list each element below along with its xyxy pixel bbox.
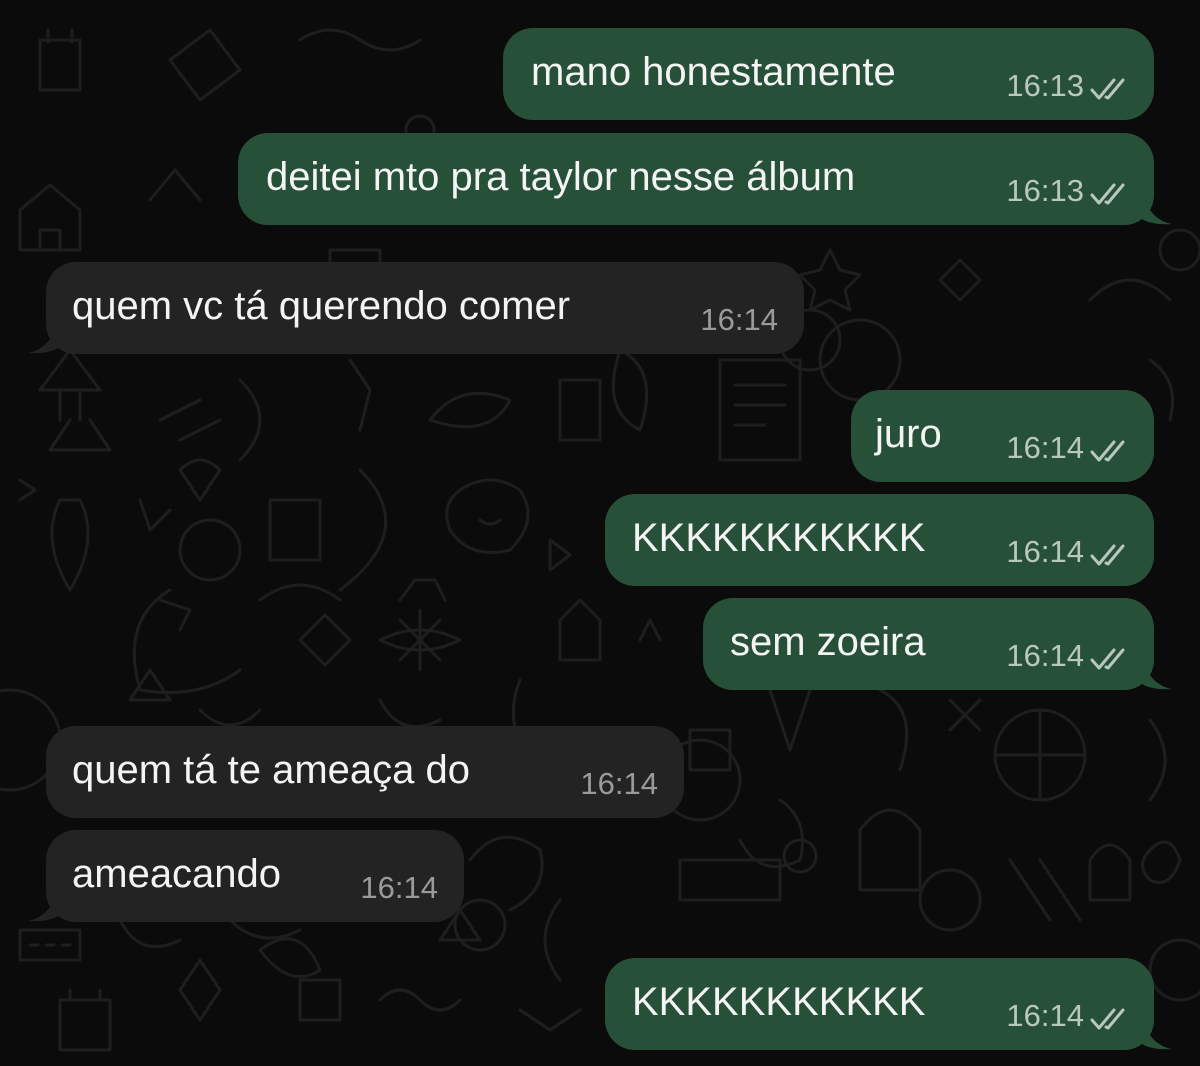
double-check-icon	[1090, 435, 1132, 462]
message-meta: 16:13	[1006, 68, 1132, 104]
message-meta: 16:14	[580, 766, 658, 802]
message-text: ameacando	[72, 852, 282, 896]
message-text: quem tá te ameaça do	[72, 748, 471, 792]
message-text: quem vc tá querendo comer	[72, 284, 571, 328]
message-time: 16:14	[1006, 638, 1084, 673]
message-time: 16:14	[700, 302, 778, 337]
message-meta: 16:14	[360, 870, 438, 906]
double-check-icon	[1090, 539, 1132, 566]
message-text: sem zoeira	[730, 620, 926, 664]
bubble-tail	[28, 888, 58, 922]
message-time: 16:14	[1006, 534, 1084, 569]
message-time: 16:14	[360, 870, 438, 905]
double-check-icon	[1090, 178, 1132, 205]
double-check-icon	[1090, 73, 1132, 100]
message-time: 16:13	[1006, 68, 1084, 103]
message-bubble-outgoing[interactable]: KKKKKKKKKKK 16:14	[605, 494, 1154, 586]
message-text: KKKKKKKKKKK	[632, 516, 926, 560]
message-meta: 16:14	[1006, 998, 1132, 1034]
bubble-tail	[28, 320, 58, 354]
message-bubble-outgoing[interactable]: sem zoeira 16:14	[703, 598, 1172, 690]
message-bubble-incoming[interactable]: ameacando 16:14	[28, 830, 464, 922]
message-text: mano honestamente	[531, 50, 896, 94]
message-meta: 16:14	[1006, 638, 1132, 674]
message-bubble-outgoing[interactable]: mano honestamente 16:13	[503, 28, 1154, 120]
message-meta: 16:14	[700, 302, 778, 338]
message-bubble-outgoing[interactable]: deitei mto pra taylor nesse álbum 16:13	[238, 133, 1172, 225]
double-check-icon	[1090, 1003, 1132, 1030]
bubble-tail	[1142, 656, 1172, 690]
message-time: 16:13	[1006, 173, 1084, 208]
message-meta: 16:14	[1006, 534, 1132, 570]
message-bubble-outgoing[interactable]: KKKKKKKKKKK 16:14	[605, 958, 1172, 1050]
message-bubble-outgoing[interactable]: juro 16:14	[851, 390, 1154, 482]
message-time: 16:14	[580, 766, 658, 801]
bubble-tail	[1142, 191, 1172, 225]
bubble-tail	[1142, 1016, 1172, 1050]
message-bubble-incoming[interactable]: quem vc tá querendo comer 16:14	[28, 262, 804, 354]
double-check-icon	[1090, 643, 1132, 670]
message-meta: 16:13	[1006, 173, 1132, 209]
message-text: juro	[875, 412, 942, 456]
message-time: 16:14	[1006, 430, 1084, 465]
chat-view[interactable]: mano honestamente 16:13 deitei mto pra t…	[0, 0, 1200, 1066]
message-time: 16:14	[1006, 998, 1084, 1033]
message-bubble-incoming[interactable]: quem tá te ameaça do 16:14	[46, 726, 684, 818]
message-text: KKKKKKKKKKK	[632, 980, 926, 1024]
message-text: deitei mto pra taylor nesse álbum	[266, 155, 856, 199]
message-meta: 16:14	[1006, 430, 1132, 466]
